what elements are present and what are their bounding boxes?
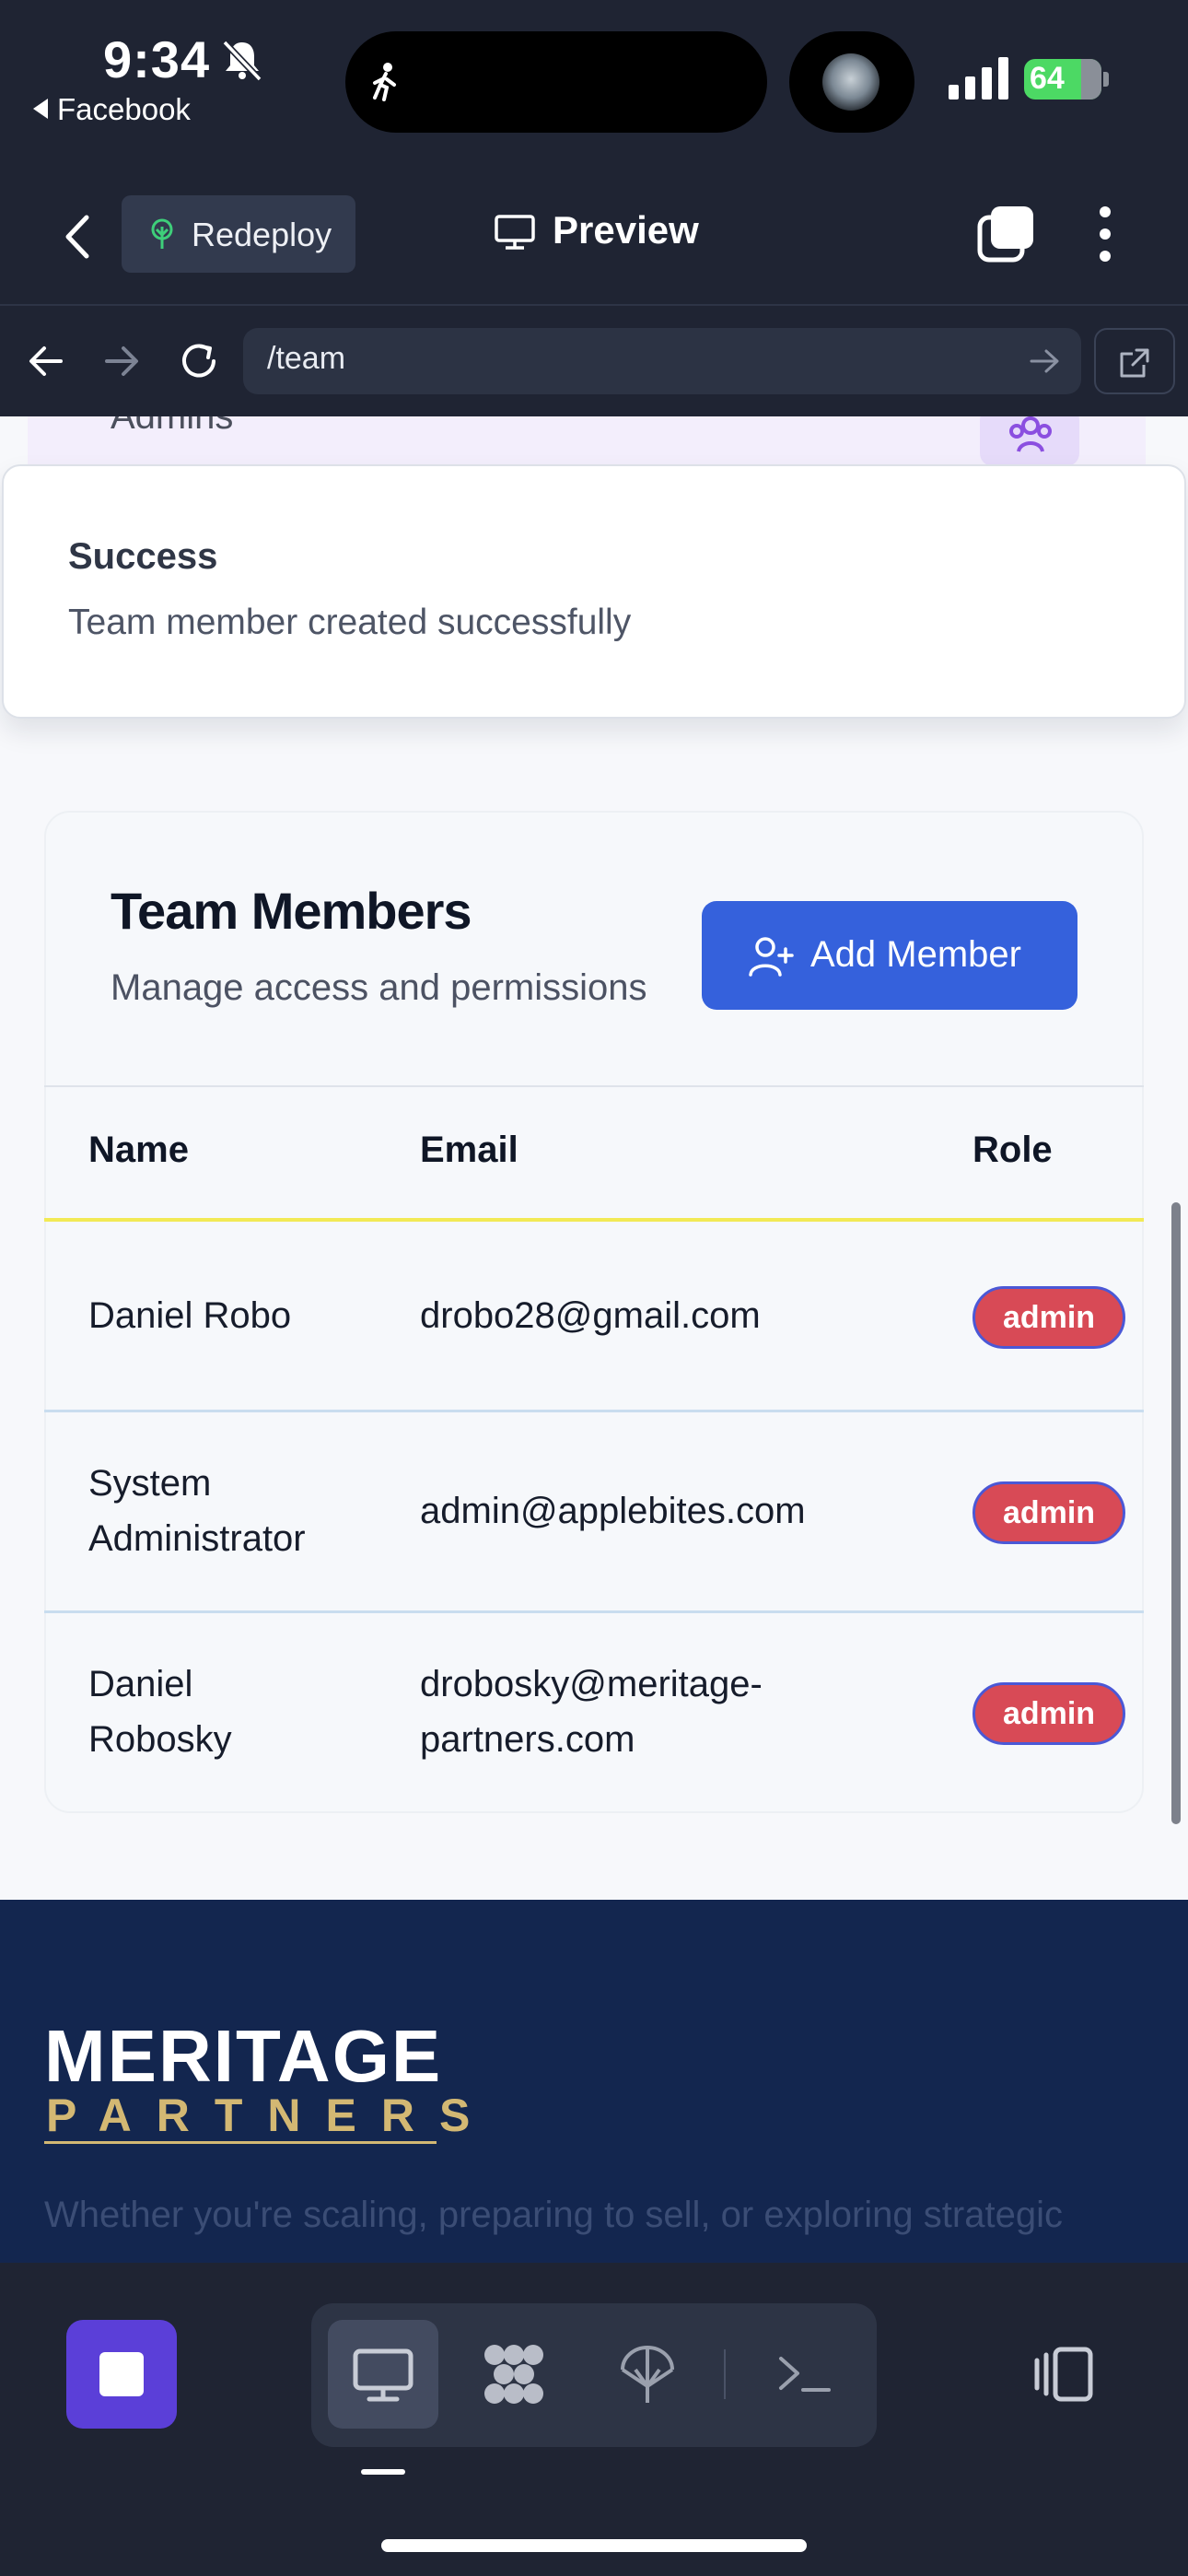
toast-message: Team member created successfully	[68, 603, 632, 642]
split-view-icon[interactable]	[1031, 2344, 1096, 2405]
active-view-indicator	[361, 2469, 405, 2475]
stop-icon	[99, 2352, 144, 2396]
view-switcher-divider	[724, 2349, 726, 2399]
role-badge: admin	[973, 1481, 1125, 1544]
terminal-icon[interactable]	[772, 2342, 836, 2406]
users-group-icon	[1009, 416, 1052, 452]
network-icon[interactable]	[615, 2342, 680, 2406]
row-1-email-line-1: drobo28@gmail.com	[420, 1295, 761, 1336]
admins-label: Admins	[111, 416, 234, 437]
column-header-name[interactable]: Name	[88, 1130, 189, 1171]
status-time: 9:34	[103, 30, 211, 88]
column-header-email[interactable]: Email	[420, 1130, 518, 1171]
more-options-icon[interactable]	[1096, 205, 1114, 263]
row-2-email: admin@applebites.com	[420, 1483, 806, 1539]
row-3-email: drobosky@meritage- partners.com	[420, 1657, 763, 1767]
cellular-signal-icon	[949, 57, 1008, 100]
row-2-email-line-1: admin@applebites.com	[420, 1491, 806, 1531]
walking-figure-icon	[373, 63, 396, 101]
column-header-role[interactable]: Role	[973, 1130, 1053, 1171]
row-3-name-line-2: Robosky	[88, 1719, 232, 1760]
user-plus-icon	[749, 937, 794, 977]
redeploy-label: Redeploy	[192, 216, 332, 253]
battery-nub	[1103, 72, 1109, 87]
logo-underline	[44, 2141, 437, 2144]
stop-button[interactable]	[66, 2320, 177, 2429]
battery-indicator: 64	[1024, 59, 1101, 100]
add-member-label: Add Member	[810, 934, 1021, 975]
preview-label: Preview	[553, 208, 699, 252]
logo-wordmark: MERITAGE	[44, 2015, 443, 2097]
chevron-left-icon[interactable]	[61, 214, 94, 260]
back-triangle-icon	[33, 99, 48, 119]
arrow-left-icon[interactable]	[28, 345, 64, 378]
open-external-button[interactable]	[1094, 328, 1175, 394]
reload-icon[interactable]	[179, 341, 219, 381]
url-input[interactable]	[243, 328, 1081, 394]
logo-subwordmark: PARTNERS	[46, 2090, 495, 2141]
back-app-label: Facebook	[57, 92, 191, 126]
header-divider	[44, 1218, 1144, 1222]
row-1-name: Daniel Robo	[88, 1288, 291, 1343]
external-link-icon	[1120, 348, 1149, 378]
row-3-email-line-2: partners.com	[420, 1719, 635, 1760]
team-members-subtitle: Manage access and permissions	[111, 967, 647, 1008]
tabs-icon[interactable]	[976, 205, 1037, 263]
row-3-name: Daniel Robosky	[88, 1657, 232, 1767]
row-1-name-line-1: Daniel Robo	[88, 1295, 292, 1336]
toast-title: Success	[68, 536, 218, 577]
row-3-email-line-1: drobosky@meritage-	[420, 1664, 763, 1704]
redeploy-button[interactable]: Redeploy	[122, 195, 355, 273]
desktop-icon[interactable]	[351, 2342, 415, 2406]
tree-icon	[151, 218, 173, 249]
row-1-email: drobo28@gmail.com	[420, 1288, 761, 1343]
scrollbar-thumb[interactable]	[1171, 1202, 1181, 1824]
camera-thumbnail-icon	[822, 53, 879, 111]
row-divider	[44, 1610, 1144, 1613]
row-2-name-line-2: Administrator	[88, 1518, 306, 1559]
battery-level: 64	[1030, 61, 1065, 96]
monitor-icon	[495, 215, 535, 250]
row-2-name: System Administrator	[88, 1456, 306, 1566]
row-divider	[44, 1410, 1144, 1412]
add-member-button[interactable]: Add Member	[702, 901, 1077, 1010]
row-2-name-line-1: System	[88, 1463, 212, 1504]
team-members-title: Team Members	[111, 882, 472, 940]
footer-tagline: Whether you're scaling, preparing to sel…	[44, 2195, 1063, 2235]
home-indicator[interactable]	[381, 2539, 807, 2552]
bell-slash-icon	[222, 40, 262, 82]
back-to-app-link[interactable]: Facebook	[33, 92, 191, 127]
url-text: /team	[267, 341, 346, 376]
success-toast[interactable]	[2, 464, 1186, 719]
table-top-border	[44, 1085, 1144, 1087]
role-badge: admin	[973, 1286, 1125, 1349]
role-badge: admin	[973, 1682, 1125, 1745]
go-arrow-icon[interactable]	[1030, 348, 1061, 374]
arrow-right-icon[interactable]	[103, 345, 140, 378]
grid-icon[interactable]	[482, 2342, 546, 2406]
admins-badge	[980, 416, 1079, 466]
row-3-name-line-1: Daniel	[88, 1664, 193, 1704]
dynamic-island	[345, 31, 767, 133]
